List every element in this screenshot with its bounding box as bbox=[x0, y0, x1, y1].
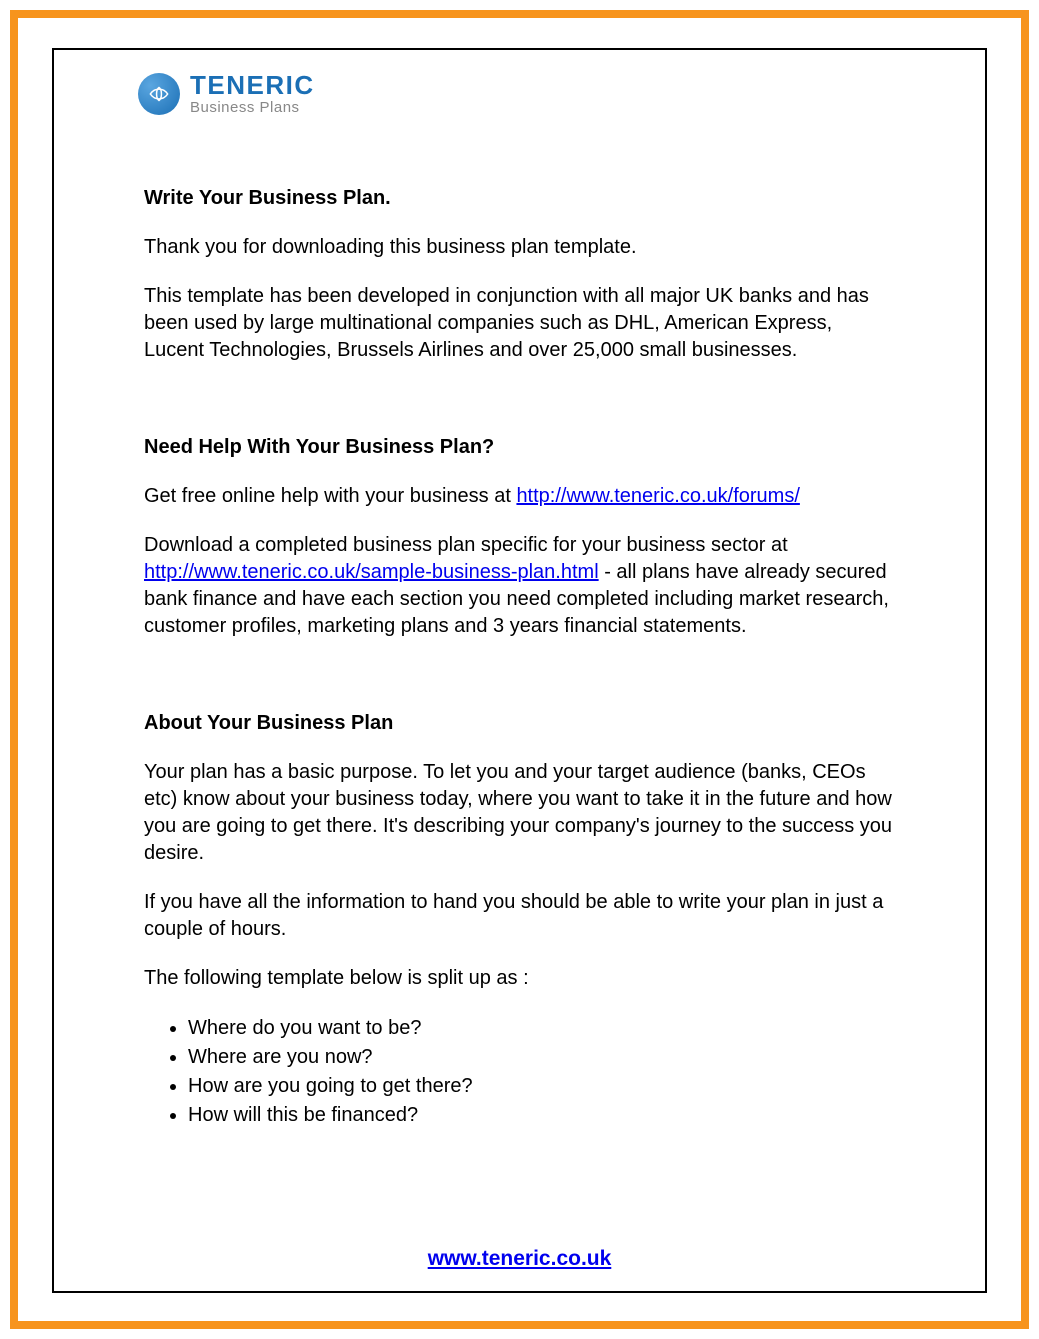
text: Get free online help with your business … bbox=[144, 485, 516, 507]
heading-help: Need Help With Your Business Plan? bbox=[144, 434, 895, 461]
list-item: How are you going to get there? bbox=[188, 1072, 895, 1101]
heading-about: About Your Business Plan bbox=[144, 710, 895, 737]
document-page: TENERIC Business Plans Write Your Busine… bbox=[52, 48, 987, 1293]
section-write: Write Your Business Plan. Thank you for … bbox=[144, 185, 895, 364]
logo: TENERIC Business Plans bbox=[138, 72, 895, 115]
paragraph: The following template below is split up… bbox=[144, 965, 895, 992]
footer: www.teneric.co.uk bbox=[54, 1247, 985, 1271]
paragraph: Your plan has a basic purpose. To let yo… bbox=[144, 759, 895, 867]
paragraph: Get free online help with your business … bbox=[144, 483, 895, 510]
template-bullets: Where do you want to be? Where are you n… bbox=[188, 1014, 895, 1130]
list-item: How will this be financed? bbox=[188, 1101, 895, 1130]
paragraph: Download a completed business plan speci… bbox=[144, 532, 895, 640]
forums-link[interactable]: http://www.teneric.co.uk/forums/ bbox=[516, 485, 799, 507]
logo-text: TENERIC Business Plans bbox=[190, 72, 315, 115]
heading-write: Write Your Business Plan. bbox=[144, 185, 895, 212]
logo-name: TENERIC bbox=[190, 72, 315, 98]
paragraph: If you have all the information to hand … bbox=[144, 889, 895, 943]
content: Write Your Business Plan. Thank you for … bbox=[144, 185, 895, 1130]
list-item: Where are you now? bbox=[188, 1043, 895, 1072]
section-about: About Your Business Plan Your plan has a… bbox=[144, 710, 895, 1130]
outer-frame: TENERIC Business Plans Write Your Busine… bbox=[10, 10, 1029, 1329]
paragraph: Thank you for downloading this business … bbox=[144, 234, 895, 261]
text: Download a completed business plan speci… bbox=[144, 534, 788, 556]
sample-plan-link[interactable]: http://www.teneric.co.uk/sample-business… bbox=[144, 561, 599, 583]
section-help: Need Help With Your Business Plan? Get f… bbox=[144, 434, 895, 640]
logo-icon bbox=[138, 73, 180, 115]
paragraph: This template has been developed in conj… bbox=[144, 283, 895, 364]
logo-tagline: Business Plans bbox=[190, 100, 315, 115]
list-item: Where do you want to be? bbox=[188, 1014, 895, 1043]
footer-url-link[interactable]: www.teneric.co.uk bbox=[428, 1247, 612, 1270]
